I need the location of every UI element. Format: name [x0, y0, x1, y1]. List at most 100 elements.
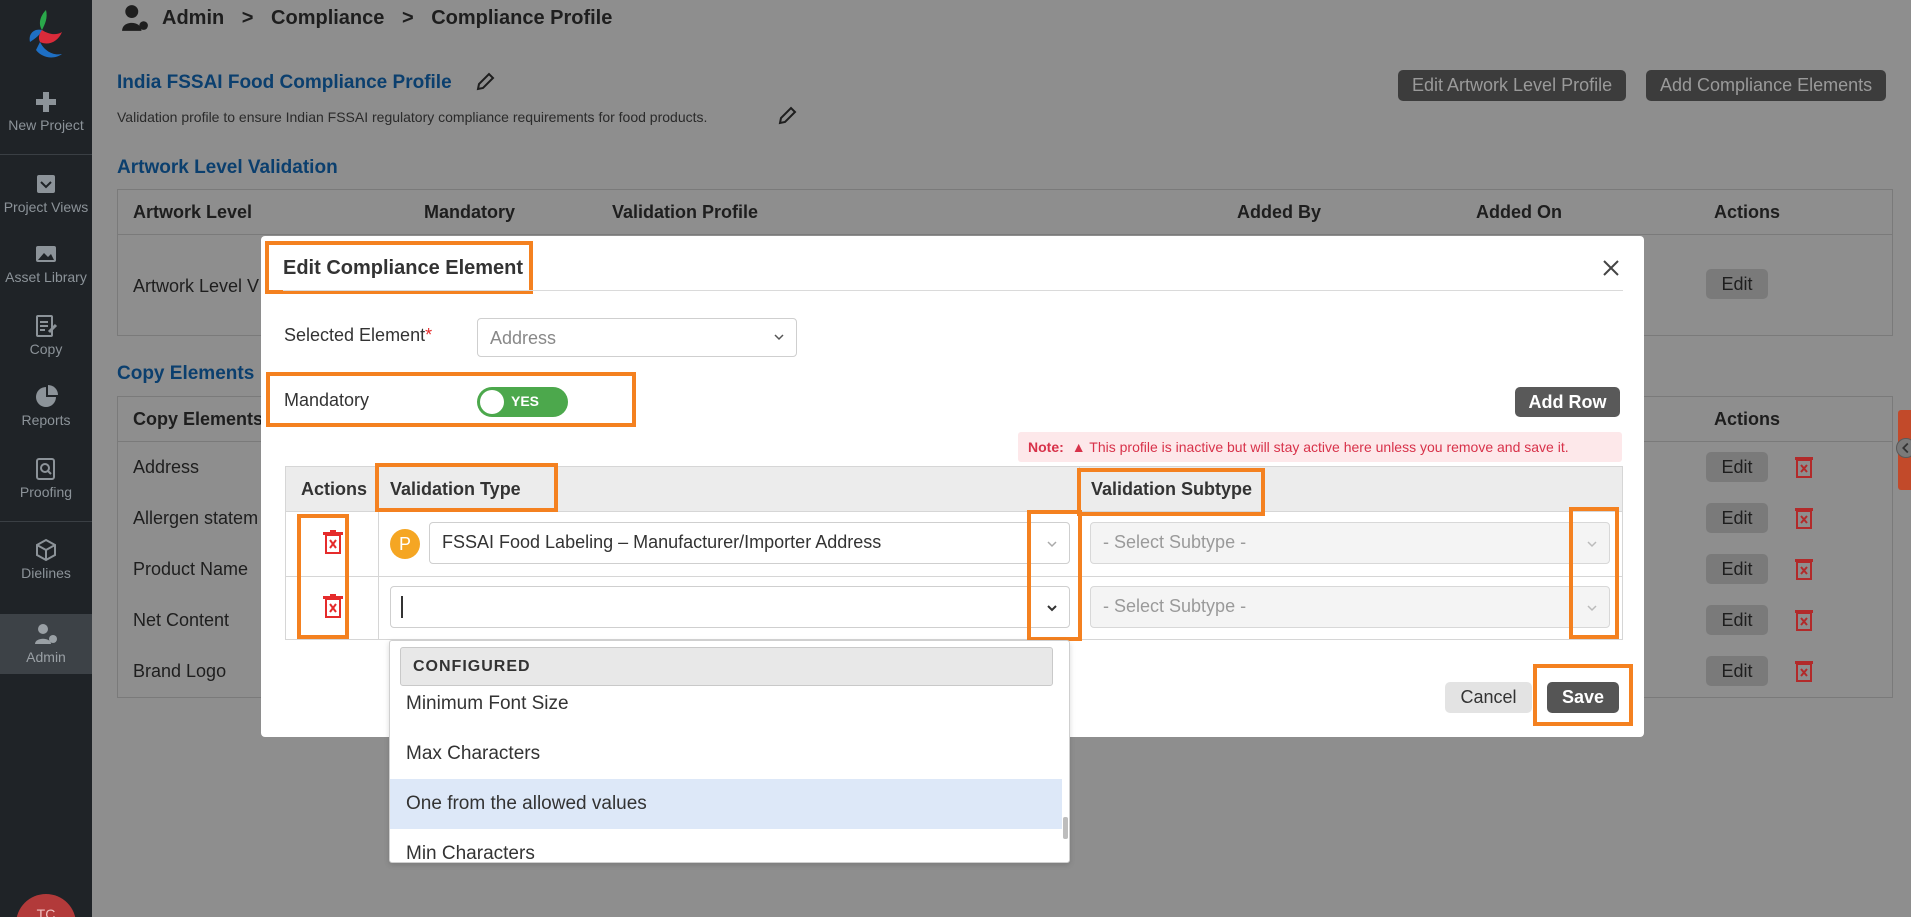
dropdown-option[interactable]: One from the allowed values: [390, 779, 1062, 829]
selected-element-select[interactable]: Address: [477, 318, 797, 357]
breadcrumb-item-current: Compliance Profile: [431, 7, 613, 29]
table-row: Address: [133, 457, 200, 477]
sidebar-item-label: New Project: [8, 117, 84, 133]
sidebar-item-label: Copy: [29, 341, 63, 357]
mandatory-label: Mandatory: [284, 390, 370, 410]
search-document-icon: [36, 458, 55, 480]
dropdown-option[interactable]: Min Characters: [390, 829, 1062, 862]
sidebar-item-dielines[interactable]: Dielines: [0, 538, 92, 581]
sidebar: New Project Project Views Asset Library …: [0, 0, 92, 917]
dropdown-option[interactable]: Minimum Font Size: [390, 679, 1062, 729]
highlight-box: [1077, 468, 1265, 516]
highlight-box: [297, 514, 349, 639]
note-text: This profile is inactive but will stay a…: [1089, 439, 1569, 455]
sidebar-item-label: Reports: [21, 412, 71, 428]
table-row: Allergen statem: [133, 508, 259, 528]
box-icon: [36, 538, 56, 562]
validation-subtype-placeholder: - Select Subtype -: [1103, 532, 1247, 552]
profile-badge: P: [390, 529, 420, 559]
inbox-icon: [37, 175, 55, 193]
pencil-icon[interactable]: [777, 106, 797, 126]
text-cursor: [401, 596, 403, 618]
delete-icon[interactable]: [1795, 456, 1813, 478]
sidebar-item-reports[interactable]: Reports: [0, 385, 92, 428]
user-gear-icon: [122, 5, 148, 31]
image-icon: [36, 246, 56, 262]
validation-subtype-select[interactable]: - Select Subtype -: [1090, 586, 1610, 628]
table-row: Net Content: [133, 610, 230, 630]
sidebar-item-copy[interactable]: Copy: [0, 314, 92, 357]
highlight-box: [375, 463, 558, 512]
edit-button[interactable]: Edit: [1706, 554, 1768, 584]
edit-artwork-level-profile-button[interactable]: Edit Artwork Level Profile: [1398, 70, 1627, 101]
sidebar-item-label: Asset Library: [5, 269, 87, 285]
table-header-cell: Added By: [1237, 202, 1322, 222]
edit-button[interactable]: Edit: [1706, 605, 1768, 635]
table-header-cell: Copy Elements: [133, 409, 264, 429]
edit-button[interactable]: Edit: [1706, 656, 1768, 686]
table-header-cell: Mandatory: [424, 202, 516, 222]
table-header-cell: Artwork Level: [133, 202, 253, 222]
validation-type-dropdown: CONFIGURED Minimum Font Size Max Charact…: [389, 640, 1070, 863]
close-icon[interactable]: [1601, 258, 1621, 278]
selected-element-label: Selected Element*: [284, 325, 432, 346]
sidebar-item-label: Project Views: [3, 199, 89, 215]
toggle-knob: [480, 390, 504, 414]
edit-button[interactable]: Edit: [1706, 452, 1768, 482]
chevron-left-icon[interactable]: [1896, 438, 1911, 458]
table-header-cell: Actions: [1714, 409, 1781, 429]
note-label: Note:: [1028, 439, 1064, 455]
scrollbar-thumb[interactable]: [1063, 817, 1068, 839]
sidebar-item-label: Admin: [26, 649, 66, 665]
validation-subtype-select[interactable]: - Select Subtype -: [1090, 522, 1610, 564]
sidebar-divider: [0, 521, 92, 522]
sidebar-item-admin[interactable]: Admin: [0, 614, 92, 674]
cancel-button[interactable]: Cancel: [1445, 682, 1532, 713]
mandatory-toggle[interactable]: YES: [477, 387, 568, 417]
sidebar-item-label: Dielines: [21, 565, 71, 581]
breadcrumb-item-compliance[interactable]: Compliance: [271, 7, 384, 29]
highlight-box: [1027, 510, 1082, 641]
breadcrumb-separator: >: [401, 7, 414, 29]
sidebar-item-asset-library[interactable]: Asset Library: [0, 242, 92, 285]
pie-chart-icon: [36, 385, 58, 407]
copy-section-title: Copy Elements: [117, 363, 255, 384]
warning-icon: ▲: [1071, 439, 1086, 455]
breadcrumb: Admin > Compliance > Compliance Profile: [162, 7, 624, 30]
delete-icon[interactable]: [1795, 558, 1813, 580]
breadcrumb-item-admin[interactable]: Admin: [162, 7, 224, 29]
validation-type-input[interactable]: [390, 586, 1070, 628]
table-header-cell: Validation Profile: [612, 202, 759, 222]
save-button[interactable]: Save: [1547, 682, 1619, 713]
edit-button[interactable]: Edit: [1706, 503, 1768, 533]
table-header: [118, 190, 1892, 235]
delete-icon[interactable]: [1795, 660, 1813, 682]
dropdown-option[interactable]: Max Characters: [390, 729, 1062, 779]
sidebar-item-label: Proofing: [19, 484, 73, 500]
modal-title: Edit Compliance Element: [283, 257, 524, 279]
app-logo[interactable]: [18, 6, 74, 62]
avatar[interactable]: TC: [16, 894, 76, 917]
validation-subtype-placeholder: - Select Subtype -: [1103, 596, 1247, 616]
edit-button[interactable]: Edit: [1706, 269, 1768, 299]
sidebar-divider: [0, 154, 92, 155]
inactive-profile-note: Note: ▲ This profile is inactive but will…: [1018, 432, 1622, 462]
grid-divider: [286, 576, 1622, 577]
table-row: Product Name: [133, 559, 249, 579]
highlight-box: [1569, 507, 1619, 639]
validation-type-select[interactable]: FSSAI Food Labeling – Manufacturer/Impor…: [429, 522, 1070, 564]
edit-document-icon: [36, 315, 58, 337]
plus-icon: [36, 92, 56, 112]
table-header-cell: Actions: [1714, 202, 1781, 222]
pencil-icon[interactable]: [475, 72, 495, 92]
sidebar-item-project-views[interactable]: Project Views: [0, 172, 92, 215]
selected-element-value: Address: [490, 328, 557, 348]
add-row-button[interactable]: Add Row: [1515, 387, 1620, 417]
delete-icon[interactable]: [1795, 507, 1813, 529]
sidebar-item-new-project[interactable]: New Project: [0, 90, 92, 133]
add-compliance-elements-button[interactable]: Add Compliance Elements: [1646, 70, 1887, 101]
sidebar-item-proofing[interactable]: Proofing: [0, 457, 92, 500]
user-gear-icon: [35, 624, 57, 644]
delete-icon[interactable]: [1795, 609, 1813, 631]
topbar: Admin > Compliance > Compliance Profile: [92, 0, 1911, 46]
